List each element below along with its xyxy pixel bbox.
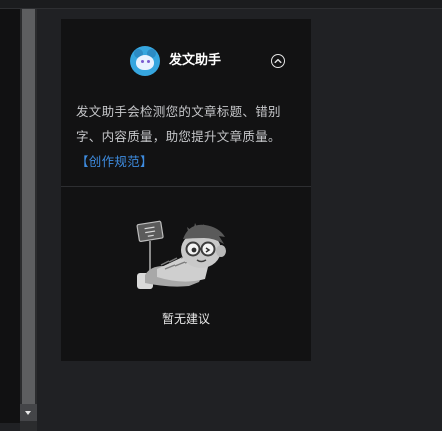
assistant-title: 发文助手 bbox=[169, 53, 222, 68]
scroll-down-button[interactable] bbox=[20, 404, 37, 421]
description-text: 发文助手会检测您的文章标题、错别字、内容质量，助您提升文章质量。 bbox=[76, 104, 281, 144]
top-border bbox=[0, 0, 442, 9]
scrollbar-thumb[interactable] bbox=[22, 9, 35, 404]
empty-state-illustration bbox=[136, 220, 226, 289]
assistant-mascot-icon bbox=[130, 46, 160, 76]
assistant-description: 发文助手会检测您的文章标题、错别字、内容质量，助您提升文章质量。 【创作规范】 bbox=[76, 99, 301, 174]
empty-state-text: 暂无建议 bbox=[161, 312, 210, 326]
writing-assistant-panel: 发文助手 发文助手会检测您的文章标题、错别字、内容质量，助您提升文章质量。 【创… bbox=[61, 19, 311, 361]
guide-link[interactable]: 【创作规范】 bbox=[76, 154, 153, 169]
divider bbox=[61, 186, 311, 187]
editor-area[interactable] bbox=[0, 9, 20, 423]
chevron-up-circle-icon[interactable] bbox=[271, 54, 285, 68]
assistant-header: 发文助手 bbox=[61, 19, 311, 103]
